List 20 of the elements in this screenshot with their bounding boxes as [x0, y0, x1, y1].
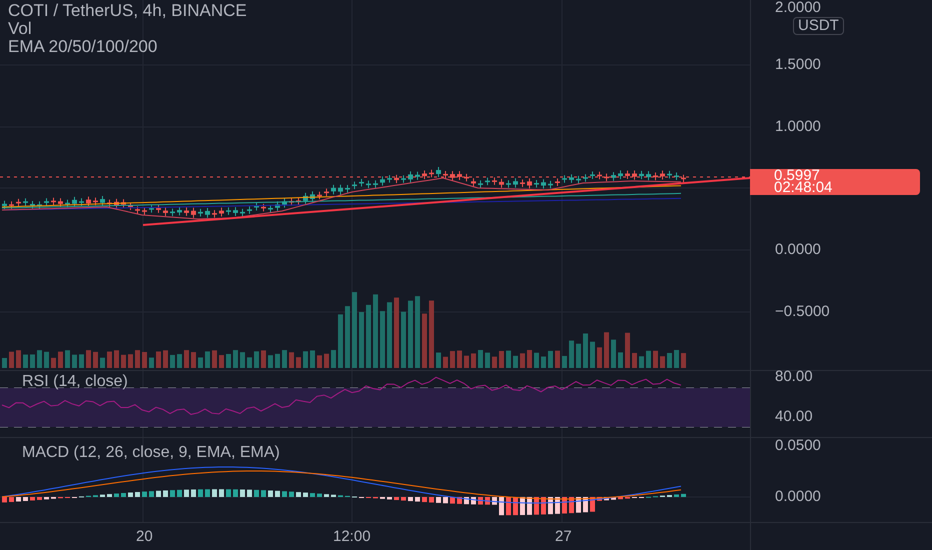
macd-label: MACD (12, 26, close, 9, EMA, EMA): [22, 444, 280, 462]
time-axis-label: 20: [136, 529, 153, 545]
rsi-label: RSI (14, close): [22, 373, 128, 391]
price-axis-label: −0.5000: [775, 304, 830, 320]
macd-axis-label: 0.0000: [775, 489, 821, 505]
time-axis-label: 12:00: [333, 529, 371, 545]
currency-unit-label[interactable]: USDT: [793, 17, 844, 35]
rsi-axis-label: 80.00: [775, 369, 813, 385]
symbol-title: COTI / TetherUS, 4h, BINANCE: [8, 2, 247, 20]
ema-label: EMA 20/50/100/200: [8, 38, 158, 56]
price-text: 0.5997: [774, 170, 820, 182]
price-axis-label: 0.0000: [775, 242, 821, 258]
macd-axis-label: 0.0500: [775, 438, 821, 454]
rsi-axis-label: 40.00: [775, 409, 813, 425]
price-axis-label: 1.0000: [775, 119, 821, 135]
price-axis-label: 2.0000: [775, 0, 821, 16]
time-axis-label: 27: [555, 529, 572, 545]
volume-label: Vol: [8, 20, 33, 38]
countdown-text: 02:48:04: [774, 182, 834, 194]
price-axis-label: 1.5000: [775, 57, 821, 73]
